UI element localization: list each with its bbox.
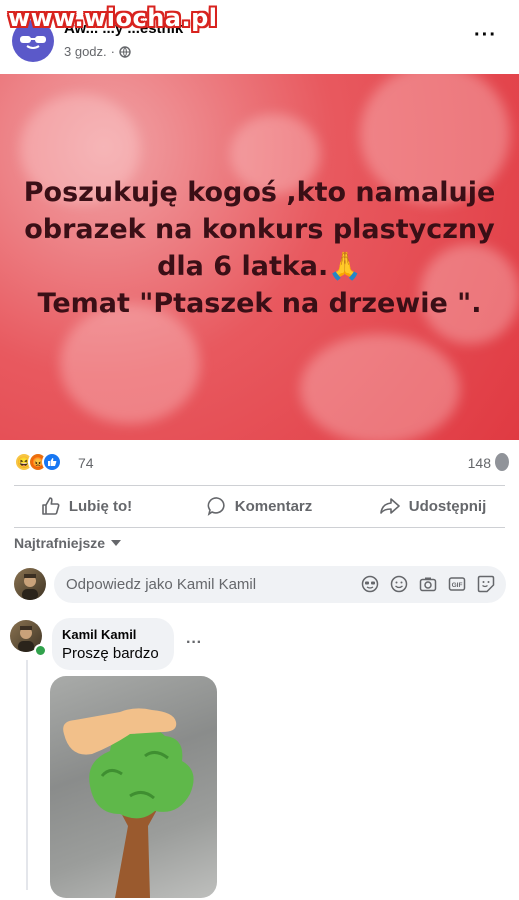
sunglasses-icon [20, 36, 46, 49]
share-button[interactable]: Udostępnij [346, 486, 519, 526]
online-status-dot [34, 644, 47, 657]
post-image[interactable]: Poszukuję kogoś ,kto namaluje obrazek na… [0, 74, 519, 440]
thumbs-up-icon [42, 497, 60, 515]
post-options-button[interactable]: ··· [474, 24, 497, 47]
sticker-icon[interactable] [476, 574, 496, 594]
camera-icon[interactable] [418, 574, 438, 594]
reaction-count[interactable]: 74 [78, 455, 94, 471]
post-image-text: Poszukuję kogoś ,kto namaluje obrazek na… [20, 174, 499, 322]
thread-line [26, 660, 28, 890]
comment-label: Komentarz [234, 497, 313, 515]
like-button[interactable]: Lubię to! [0, 486, 173, 526]
gif-label: GIF [452, 582, 463, 589]
meta-separator: · [110, 44, 115, 59]
comment-button[interactable]: Komentarz [173, 486, 346, 526]
comment-options-button[interactable]: ··· [186, 634, 202, 652]
post-actions: Lubię to! Komentarz Udostępnij [0, 486, 519, 526]
watermark: www.wiocha.pl [8, 4, 218, 32]
comment-image-attachment[interactable] [50, 676, 217, 898]
avatar-sticker-icon[interactable] [360, 574, 380, 594]
divider [14, 527, 505, 528]
post-meta: 3 godz. · [64, 44, 131, 59]
globe-icon [119, 45, 131, 58]
comment-input[interactable]: Odpowiedz jako Kamil Kamil GIF [54, 566, 506, 603]
tree-drawing-image [63, 708, 194, 898]
share-label: Udostępnij [408, 497, 487, 515]
gif-icon[interactable]: GIF [447, 574, 467, 594]
like-label: Lubię to! [68, 497, 133, 515]
comment-text: Proszę bardzo [62, 645, 159, 662]
comment-bubble: Kamil Kamil Proszę bardzo [52, 618, 174, 670]
user-avatar[interactable] [14, 568, 46, 600]
comment-author[interactable]: Kamil Kamil [62, 627, 136, 642]
post-time[interactable]: 3 godz. [64, 44, 107, 59]
comment-input-placeholder: Odpowiedz jako Kamil Kamil [66, 576, 257, 593]
bokeh-light [300, 334, 460, 440]
reaction-icons[interactable]: 😆 😡 [14, 452, 62, 472]
bokeh-light [60, 304, 200, 424]
post-text-line: Poszukuję kogoś ,kto namaluje [23, 177, 496, 208]
caret-down-icon [111, 540, 122, 546]
share-arrow-icon [379, 498, 400, 514]
post-text-line: obrazek na konkurs plastyczny [24, 214, 495, 245]
composer-icons: GIF [360, 574, 496, 594]
reactions-bar: 😆 😡 74 148 [0, 445, 519, 481]
post-text-line: Temat "Ptaszek na drzewie ". [37, 288, 482, 319]
shares-icon [495, 453, 509, 471]
share-count[interactable]: 148 [468, 455, 491, 471]
post-text-line: dla 6 latka.🙏 [157, 251, 362, 282]
comment-icon [207, 497, 225, 516]
emoji-icon[interactable] [389, 574, 409, 594]
comments-sort-dropdown[interactable]: Najtrafniejsze [14, 535, 122, 551]
comments-sort-label: Najtrafniejsze [14, 535, 106, 551]
like-icon [42, 452, 62, 472]
